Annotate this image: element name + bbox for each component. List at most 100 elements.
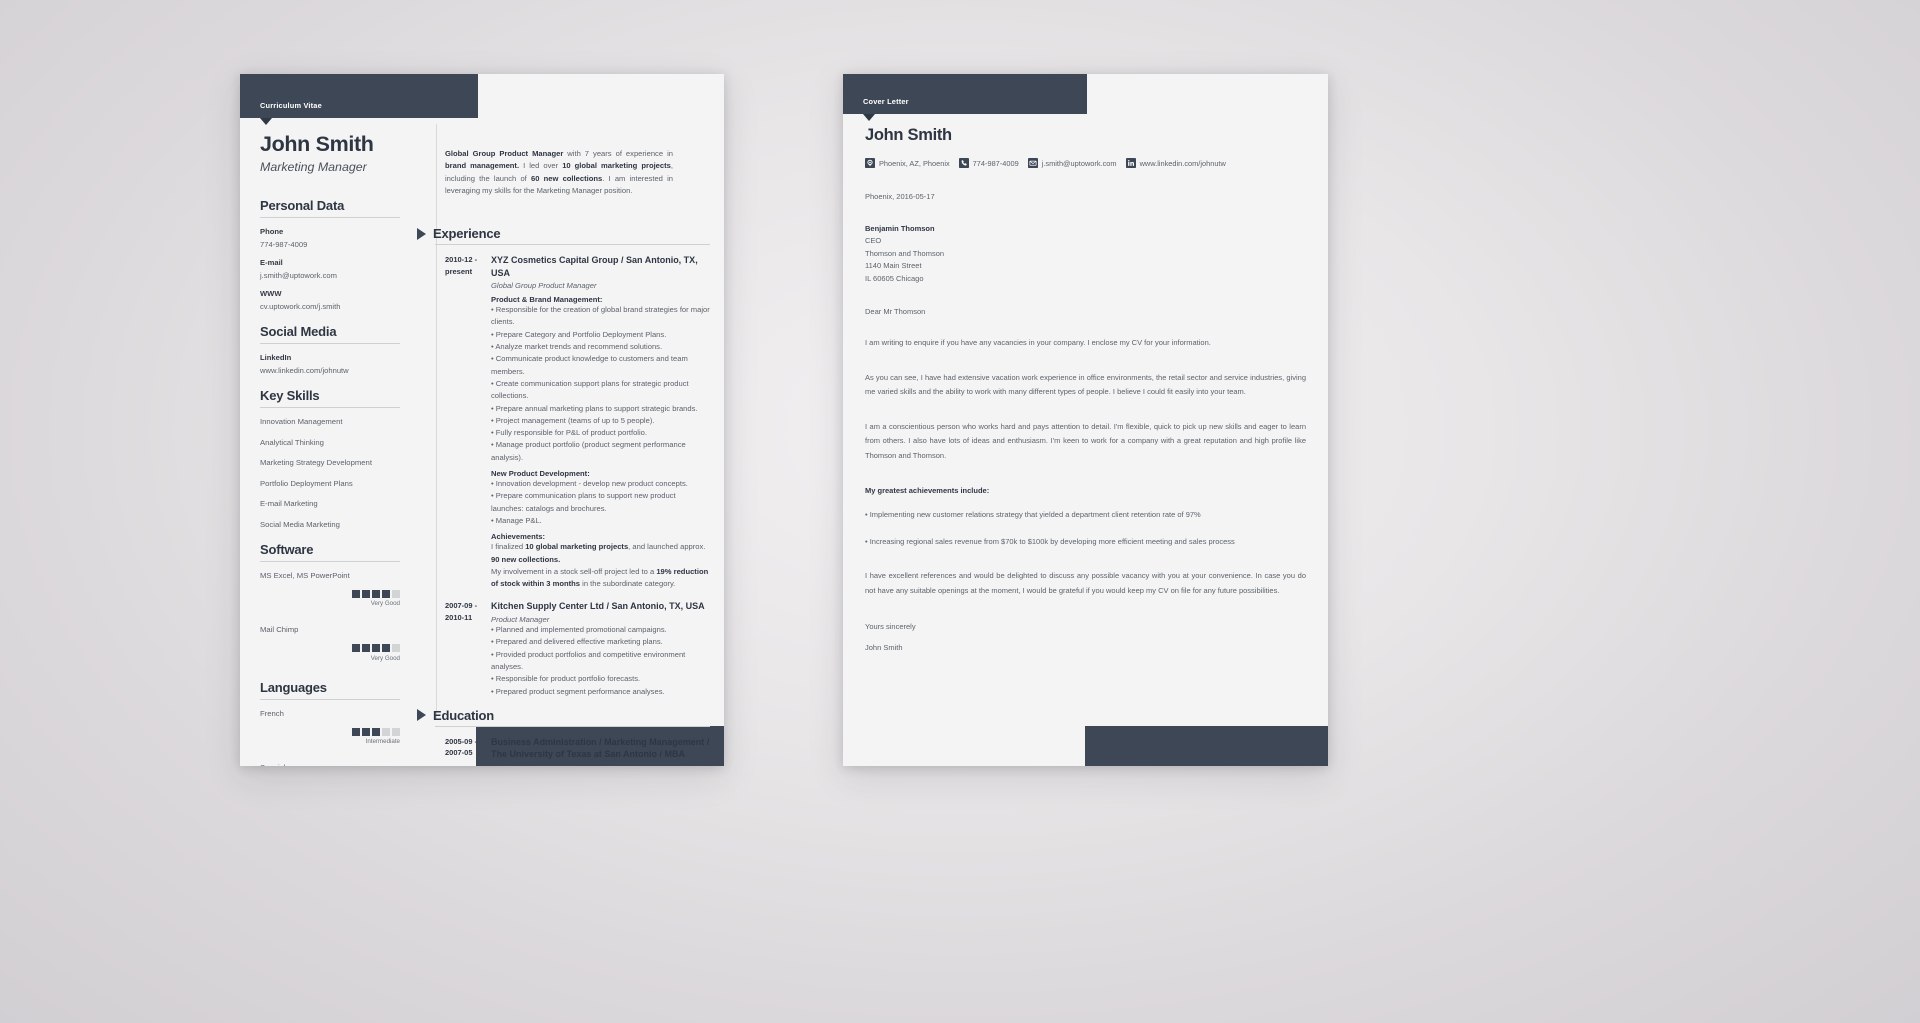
experience-entry: 2010-12 - present XYZ Cosmetics Capital Gr… bbox=[445, 254, 710, 590]
cover-letter-paragraph: As you can see, I have had extensive vac… bbox=[865, 372, 1306, 397]
rating-pip-filled bbox=[362, 644, 370, 652]
contact-linkedin[interactable]: www.linkedin.com/johnutw bbox=[1125, 158, 1226, 168]
entry-bullet: • Prepared product segment performance a… bbox=[491, 686, 665, 696]
recipient-city: IL 60605 Chicago bbox=[865, 273, 924, 283]
cover-letter-greeting: Dear Mr Thomson bbox=[865, 306, 926, 316]
cover-letter-date: Phoenix, 2016-05-17 bbox=[865, 192, 935, 201]
recipient-street: 1140 Main Street bbox=[865, 261, 922, 271]
cover-letter-tag-notch bbox=[863, 114, 875, 121]
field-label: Phone bbox=[260, 227, 284, 236]
rating-pips bbox=[260, 644, 400, 652]
software-rating-row: MS Excel, MS PowerPoint Very Good bbox=[260, 570, 400, 607]
divider bbox=[260, 407, 400, 408]
documents-preview-stage: Curriculum Vitae John Smith Marketing Ma… bbox=[0, 0, 1920, 1023]
cv-summary: Global Group Product Manager with 7 year… bbox=[445, 149, 674, 195]
rating-caption: Very Good bbox=[370, 654, 400, 662]
language-rating-row: French Intermediate bbox=[260, 708, 400, 745]
rating-pip-empty bbox=[392, 644, 400, 652]
cover-letter-body: John Smith Phoenix, AZ, Phoenix 774-987-… bbox=[865, 126, 1306, 652]
experience-entries: 2010-12 - present XYZ Cosmetics Capital Gr… bbox=[445, 254, 710, 698]
rating-pip-filled bbox=[352, 644, 360, 652]
rating-label: French bbox=[260, 708, 284, 718]
skill-item: Social Media Marketing bbox=[260, 519, 340, 529]
cv-body: John Smith Marketing Manager Personal Da… bbox=[240, 118, 724, 766]
entry-title: XYZ Cosmetics Capital Group / San Antoni… bbox=[491, 255, 698, 278]
cover-letter-paragraph: I am a conscientious person who works ha… bbox=[865, 421, 1306, 460]
divider bbox=[260, 560, 400, 562]
cover-letter-document[interactable]: Cover Letter John Smith Phoenix, AZ, Pho… bbox=[843, 74, 1328, 766]
rating-pip-empty bbox=[392, 589, 400, 598]
linkedin-icon bbox=[1125, 158, 1136, 168]
arrow-icon bbox=[417, 227, 426, 240]
entry-subtitle: Product Manager bbox=[491, 615, 550, 625]
recipient-company: Thomson and Thomson bbox=[865, 248, 945, 258]
entry-date: 2005-09 -2007-05 bbox=[445, 736, 478, 758]
contact-email-text: j.smith@uptowork.com bbox=[1041, 158, 1117, 168]
field-value: cv.uptowork.com/j.smith bbox=[260, 302, 341, 311]
contact-location[interactable]: Phoenix, AZ, Phoenix bbox=[865, 158, 950, 168]
signature: John Smith bbox=[865, 643, 903, 653]
divider bbox=[435, 725, 710, 727]
contact-email[interactable]: j.smith@uptowork.com bbox=[1027, 158, 1117, 168]
education-entry: 2005-09 -2007-05 Business Administration … bbox=[445, 736, 710, 761]
entry-group-header: Product & Brand Management: bbox=[491, 295, 603, 305]
field-value: www.linkedin.com/johnutw bbox=[260, 366, 349, 375]
arrow-icon bbox=[417, 709, 426, 722]
rating-label: MS Excel, MS PowerPoint bbox=[260, 570, 350, 580]
entry-bullet: • Analyze market trends and recommend so… bbox=[491, 342, 663, 352]
entry-bullet: • Responsible for product portfolio fore… bbox=[491, 674, 641, 684]
cover-letter-page: Cover Letter John Smith Phoenix, AZ, Pho… bbox=[843, 74, 1328, 766]
rating-pip-filled bbox=[372, 589, 380, 598]
cover-letter-paragraph: I am writing to enquire if you have any … bbox=[865, 337, 1211, 347]
divider bbox=[435, 244, 710, 245]
education-header: Education bbox=[417, 708, 710, 723]
software-section: Software MS Excel, MS PowerPoint Very Go… bbox=[260, 542, 400, 662]
entry-bullet: • Prepare annual marketing plans to supp… bbox=[491, 403, 698, 413]
rating-caption: Very Good bbox=[370, 600, 400, 607]
contact-location-text: Phoenix, AZ, Phoenix bbox=[879, 158, 950, 168]
skill-item: Analytical Thinking bbox=[260, 437, 324, 447]
cover-letter-name: John Smith bbox=[865, 126, 952, 144]
languages-section: Languages French Intermediate Spanish Ba… bbox=[260, 680, 400, 766]
experience-heading: Experience bbox=[433, 226, 501, 241]
recipient-address: Benjamin Thomson CEO Thomson and Thomson… bbox=[865, 223, 1306, 285]
entry-group-header: New Product Development: bbox=[491, 469, 590, 479]
entry-content: XYZ Cosmetics Capital Group / San Antoni… bbox=[491, 254, 710, 590]
entry-date: 2010-12 - present bbox=[445, 255, 478, 276]
rating-pip-empty bbox=[382, 727, 390, 736]
cv-page: Curriculum Vitae John Smith Marketing Ma… bbox=[240, 74, 724, 766]
social-media-section: Social Media LinkedIn www.linkedin.com/j… bbox=[260, 324, 400, 375]
achievements-header: Achievements: bbox=[491, 532, 546, 542]
rating-pip-filled bbox=[352, 727, 360, 736]
entry-bullet: • Prepare communication plans to support… bbox=[491, 491, 676, 513]
achievement-item: • Implementing new customer relations st… bbox=[865, 509, 1201, 519]
skill-item: Innovation Management bbox=[260, 417, 343, 426]
rating-caption: Intermediate bbox=[365, 738, 400, 745]
personal-data-section: Personal Data Phone 774-987-4009 E-mail … bbox=[260, 198, 400, 311]
rating-label: Spanish bbox=[260, 763, 400, 766]
entry-bullet: • Innovation development - develop new p… bbox=[491, 479, 688, 489]
rating-label: Mail Chimp bbox=[260, 625, 299, 634]
skill-item: E-mail Marketing bbox=[260, 499, 318, 508]
experience-header: Experience bbox=[417, 226, 710, 241]
entry-bullet: • Create communication support plans for… bbox=[491, 378, 689, 401]
contact-phone[interactable]: 774-987-4009 bbox=[958, 158, 1019, 168]
entry-content: Kitchen Supply Center Ltd / San Antonio,… bbox=[491, 600, 710, 697]
rating-pips bbox=[260, 589, 400, 598]
achievement-text: I finalized 10 global marketing projects… bbox=[491, 542, 706, 564]
rating-pip-filled bbox=[352, 589, 360, 598]
sign-off: Yours sincerely bbox=[865, 622, 916, 632]
cv-document[interactable]: Curriculum Vitae John Smith Marketing Ma… bbox=[240, 74, 724, 766]
entry-bullet: • Communicate product knowledge to custo… bbox=[491, 354, 688, 376]
personal-data-heading: Personal Data bbox=[260, 198, 345, 213]
field-label: E-mail bbox=[260, 258, 283, 267]
field-value: 774-987-4009 bbox=[260, 240, 308, 249]
achievement-text: My involvement in a stock sell-off proje… bbox=[491, 566, 709, 589]
entry-date: 2007-09 -2010-11 bbox=[445, 601, 478, 623]
entry-bullet: • Project management (teams of up to 5 p… bbox=[491, 415, 655, 425]
entry-bullet: • Manage product portfolio (product segm… bbox=[491, 440, 686, 462]
entry-subtitle: Global Group Product Manager bbox=[491, 281, 597, 291]
entry-bullet: • Prepare Category and Portfolio Deploym… bbox=[491, 329, 667, 339]
rating-pips bbox=[260, 727, 400, 736]
language-rating-row: Spanish Basic bbox=[260, 763, 400, 766]
